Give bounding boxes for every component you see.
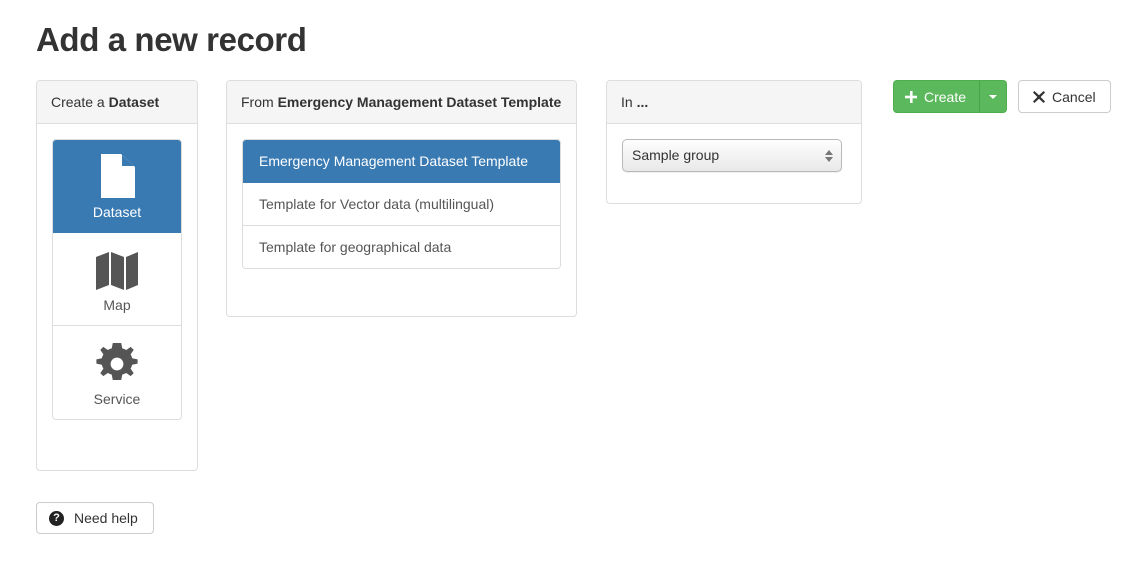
record-type-panel: Create a Dataset Dataset Map Service: [36, 80, 198, 471]
group-panel: In ... Sample group: [606, 80, 862, 204]
template-panel-body: Emergency Management Dataset Template Te…: [227, 124, 576, 284]
template-option-vector-multilingual[interactable]: Template for Vector data (multilingual): [243, 183, 560, 226]
group-select-wrapper: Sample group: [622, 139, 842, 172]
record-type-option-dataset[interactable]: Dataset: [53, 140, 181, 233]
template-option-emergency-management[interactable]: Emergency Management Dataset Template: [243, 140, 560, 183]
record-type-label-map: Map: [103, 297, 131, 313]
add-record-page: Add a new record Create a Dataset Datase…: [0, 0, 1144, 564]
record-type-label-service: Service: [93, 390, 141, 407]
cancel-button[interactable]: Cancel: [1018, 80, 1111, 113]
page-title: Add a new record: [36, 21, 307, 58]
template-heading-prefix: From: [241, 94, 278, 110]
close-icon: [1033, 90, 1046, 103]
group-select[interactable]: Sample group: [622, 139, 842, 172]
record-type-panel-body: Dataset Map Service: [37, 124, 197, 435]
create-button[interactable]: Create: [893, 80, 981, 113]
group-panel-heading: In ...: [607, 81, 861, 124]
template-panel-heading: From Emergency Management Dataset Templa…: [227, 81, 576, 124]
record-type-heading-prefix: Create a: [51, 94, 109, 110]
group-panel-body: Sample group: [607, 124, 861, 187]
record-type-option-map[interactable]: Map: [53, 233, 181, 326]
record-type-panel-heading: Create a Dataset: [37, 81, 197, 124]
group-heading-strong: ...: [636, 94, 649, 110]
cancel-button-label: Cancel: [1052, 88, 1096, 105]
chevron-down-icon: [989, 94, 998, 99]
gear-icon: [96, 339, 138, 385]
template-list: Emergency Management Dataset Template Te…: [242, 139, 561, 269]
need-help-label: Need help: [74, 510, 138, 526]
create-dropdown-toggle[interactable]: [979, 80, 1008, 113]
group-heading-prefix: In: [621, 94, 637, 110]
record-type-list: Dataset Map Service: [52, 139, 182, 420]
record-type-option-service[interactable]: Service: [53, 326, 181, 419]
question-circle-icon: ?: [49, 510, 64, 526]
document-icon: [99, 152, 135, 198]
plus-icon: [905, 90, 917, 103]
map-icon: [95, 245, 139, 291]
record-type-heading-strong: Dataset: [108, 94, 160, 110]
need-help-button[interactable]: ? Need help: [36, 502, 154, 534]
template-panel: From Emergency Management Dataset Templa…: [226, 80, 577, 317]
question-circle-glyph: ?: [49, 510, 64, 526]
template-option-geographical[interactable]: Template for geographical data: [243, 226, 560, 268]
create-button-label: Create: [924, 88, 967, 105]
record-type-label-dataset: Dataset: [92, 204, 142, 220]
action-buttons: Create Cancel: [893, 80, 1111, 113]
template-heading-strong: Emergency Management Dataset Template: [277, 94, 562, 110]
